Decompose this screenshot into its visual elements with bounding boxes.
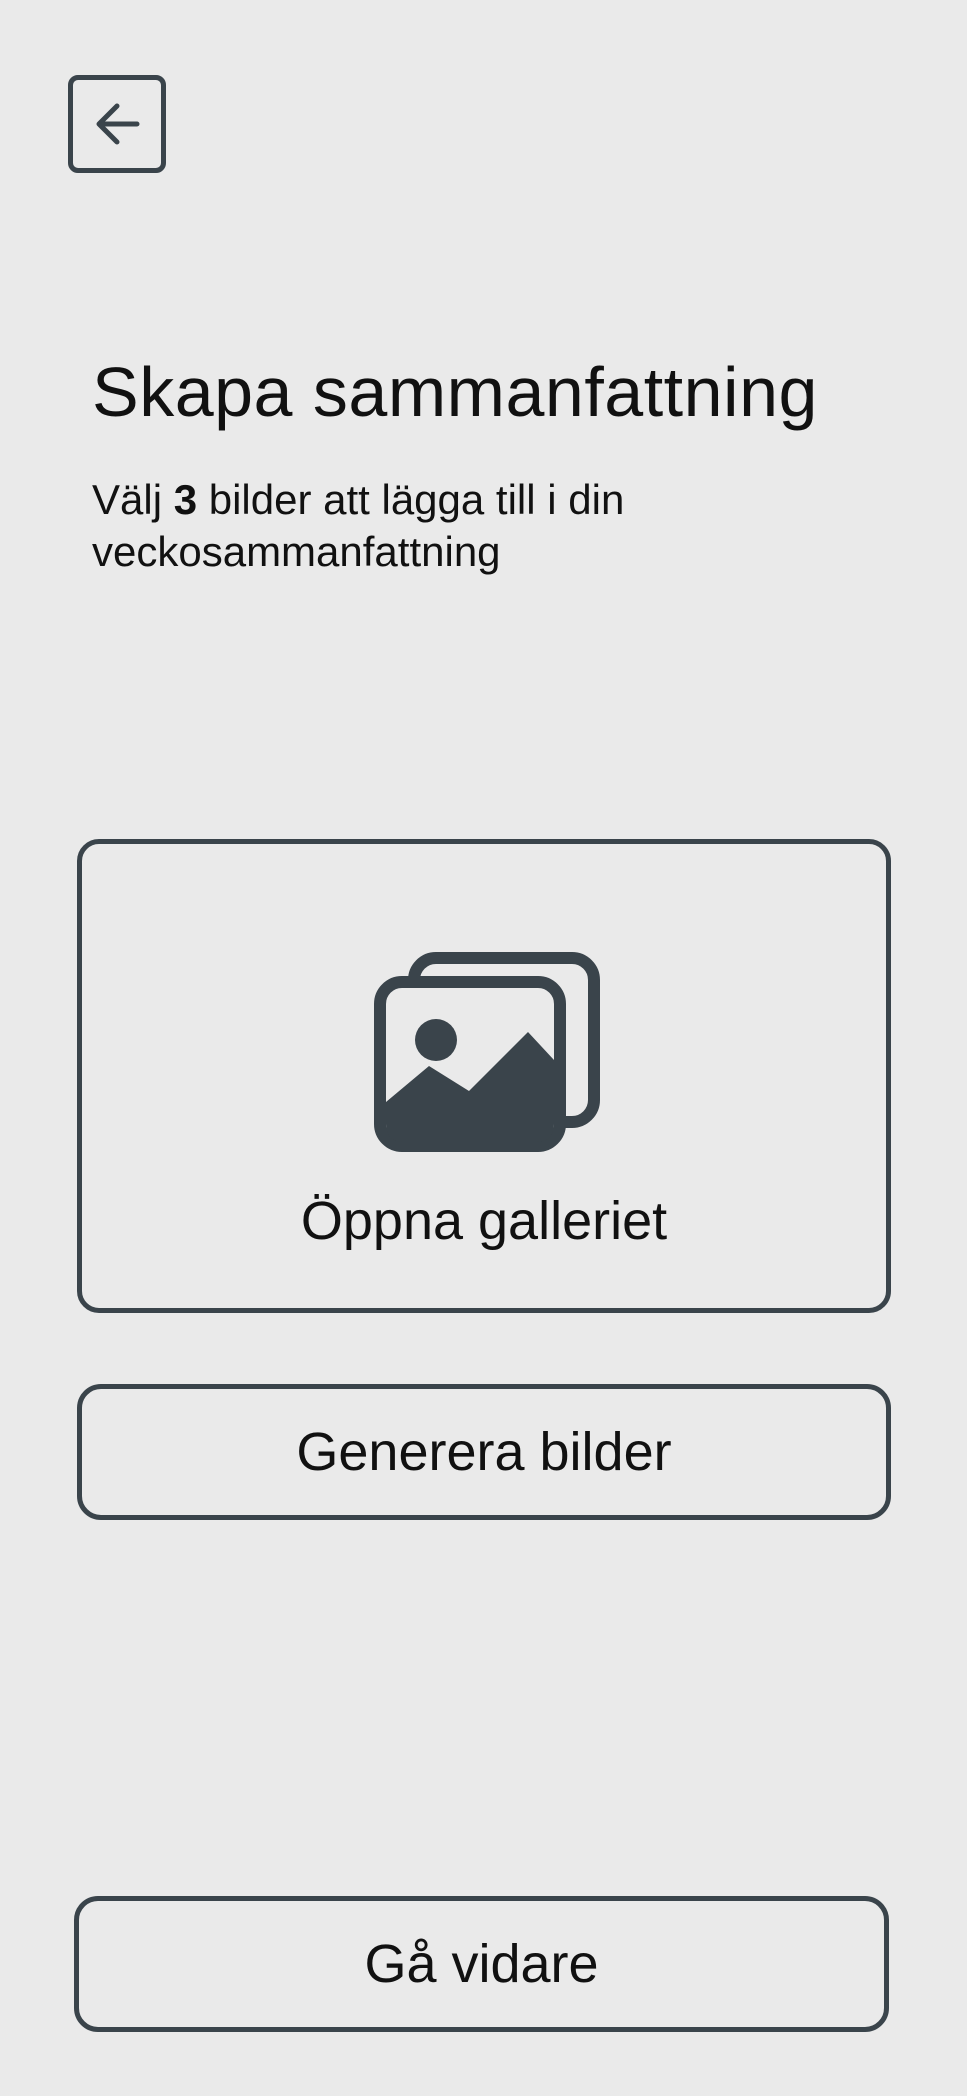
page-subtitle: Välj 3 bilder att lägga till i din vecko… xyxy=(92,474,852,578)
create-summary-screen: Skapa sammanfattning Välj 3 bilder att l… xyxy=(0,0,967,2096)
open-gallery-label: Öppna galleriet xyxy=(300,1191,668,1251)
image-count: 3 xyxy=(173,476,198,523)
continue-label: Gå vidare xyxy=(364,1934,599,1994)
subtitle-prefix: Välj xyxy=(92,476,174,523)
generate-images-label: Generera bilder xyxy=(296,1422,672,1482)
continue-button[interactable]: Gå vidare xyxy=(74,1896,889,2032)
generate-images-button[interactable]: Generera bilder xyxy=(77,1384,891,1520)
back-button[interactable] xyxy=(68,75,166,173)
page-title: Skapa sammanfattning xyxy=(92,353,818,431)
open-gallery-button[interactable]: Öppna galleriet xyxy=(77,839,891,1313)
images-icon xyxy=(374,952,600,1152)
arrow-left-icon xyxy=(96,103,140,145)
